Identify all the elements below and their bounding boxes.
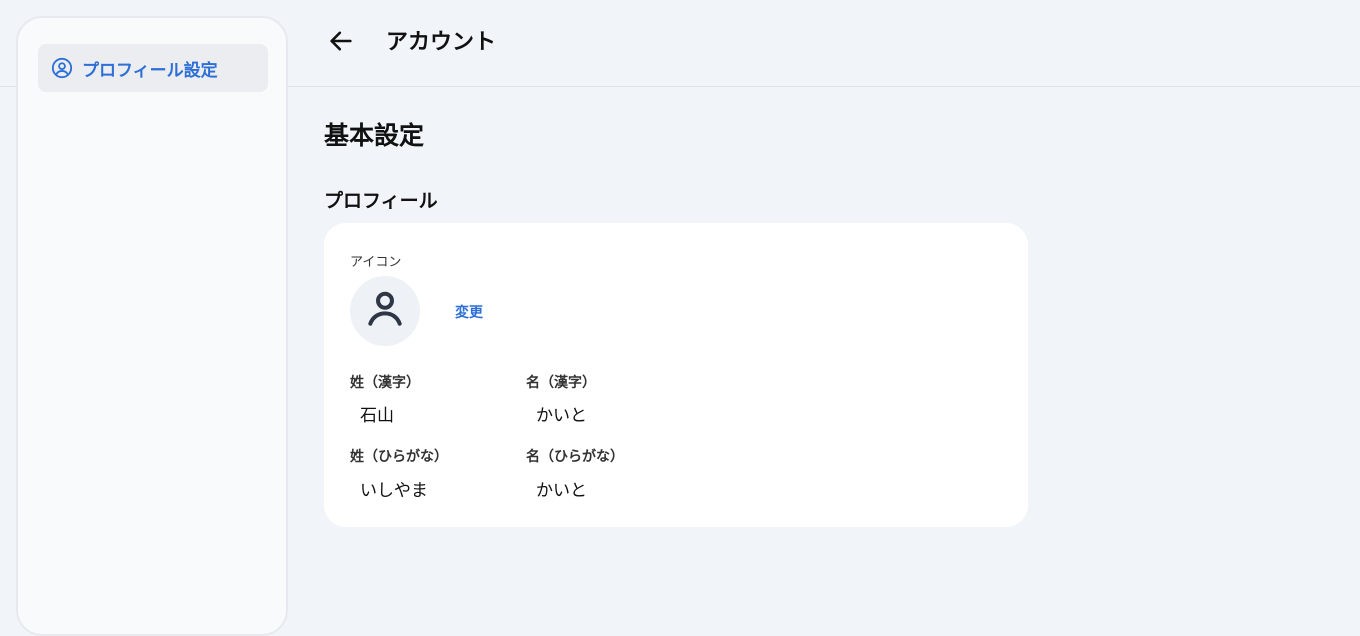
- header-divider-left: [0, 86, 16, 87]
- back-button[interactable]: [326, 28, 356, 58]
- last-name-kanji-value: 石山: [360, 406, 394, 426]
- last-name-hiragana-label: 姓（ひらがな）: [350, 449, 448, 465]
- user-circle-icon: [51, 57, 73, 79]
- first-name-hiragana-value: かいと: [536, 481, 587, 501]
- profile-title: プロフィール: [324, 190, 438, 212]
- last-name-kanji-label: 姓（漢字）: [350, 375, 420, 391]
- user-icon: [363, 287, 407, 335]
- section-title: 基本設定: [324, 121, 425, 150]
- sidebar-item-profile-settings[interactable]: プロフィール設定: [38, 44, 268, 92]
- sidebar: プロフィール設定: [16, 16, 288, 636]
- first-name-hiragana-label: 名（ひらがな）: [526, 449, 624, 465]
- page-title: アカウント: [386, 30, 497, 55]
- arrow-left-icon: [327, 27, 355, 59]
- profile-card: アイコン 変更 姓（漢字） 石山 名（漢字） かいと 姓（ひらがな） いしやま …: [324, 223, 1028, 527]
- avatar: [350, 276, 420, 346]
- icon-label: アイコン: [350, 255, 402, 270]
- first-name-kanji-label: 名（漢字）: [526, 375, 596, 391]
- first-name-kanji-value: かいと: [536, 406, 587, 426]
- last-name-hiragana-value: いしやま: [360, 481, 428, 501]
- sidebar-item-label: プロフィール設定: [82, 60, 218, 81]
- header: アカウント: [288, 0, 1360, 87]
- change-avatar-button[interactable]: 変更: [455, 302, 483, 322]
